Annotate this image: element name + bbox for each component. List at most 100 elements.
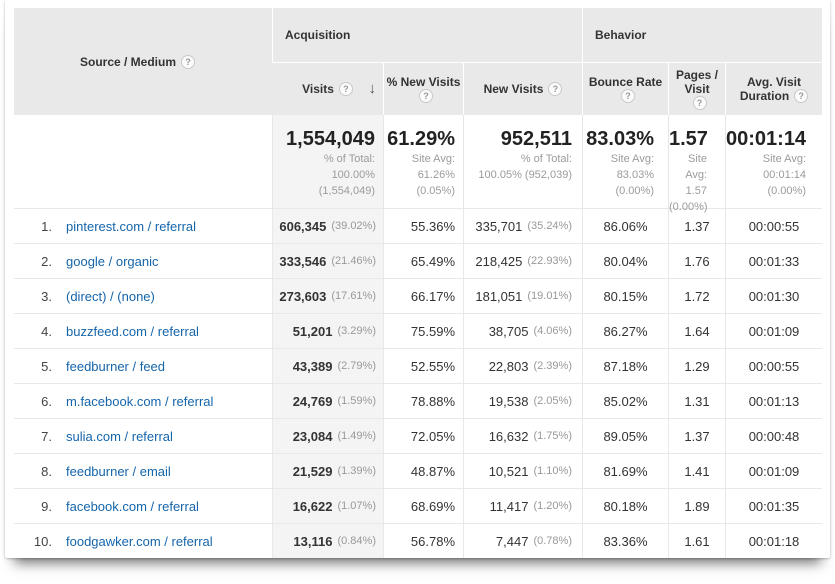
avg-duration-value: 00:01:09	[749, 464, 800, 479]
avg-duration-value: 00:00:55	[749, 219, 800, 234]
totals-row: 1,554,049 % of Total: 100.00% (1,554,049…	[14, 115, 822, 208]
pages-visit-cell: 1.41	[668, 454, 725, 488]
help-icon[interactable]: ?	[339, 82, 353, 96]
pages-visit-value: 1.61	[684, 534, 709, 549]
visits-cell: 13,116 (0.84%)	[272, 524, 383, 558]
pages-visit-value: 1.89	[684, 499, 709, 514]
help-icon[interactable]: ?	[621, 89, 635, 103]
visits-percent: (1.07%)	[337, 500, 376, 512]
totals-source-cell	[14, 115, 272, 208]
source-medium-link[interactable]: (direct) / (none)	[66, 289, 155, 304]
avg-duration-value: 00:01:35	[749, 499, 800, 514]
pages-visit-value: 1.37	[684, 429, 709, 444]
help-icon[interactable]: ?	[693, 96, 707, 110]
totals-pct-new-visits-value: 61.29%	[384, 128, 455, 150]
pages-visit-cell: 1.64	[668, 314, 725, 348]
new-visits-label: New Visits	[484, 82, 544, 96]
row-rank: 4.	[14, 324, 52, 339]
source-medium-link[interactable]: foodgawker.com / referral	[66, 534, 213, 549]
totals-new-visits: 952,511 % of Total: 100.05% (952,039)	[463, 115, 582, 208]
pages-visit-cell: 1.89	[668, 489, 725, 523]
visits-percent: (21.46%)	[331, 255, 376, 267]
column-header-source-medium[interactable]: Source / Medium ?	[14, 8, 272, 115]
totals-pct-new-sub: 61.26%	[384, 168, 455, 182]
column-header-avg-visit-duration[interactable]: Avg. Visit Duration ?	[725, 63, 822, 115]
pct-new-visits-cell: 72.05%	[383, 419, 463, 453]
help-icon[interactable]: ?	[794, 89, 808, 103]
source-medium-link[interactable]: feedburner / feed	[66, 359, 165, 374]
avg-duration-cell: 00:01:09	[725, 454, 822, 488]
row-rank: 8.	[14, 464, 52, 479]
help-icon[interactable]: ?	[548, 82, 562, 96]
source-medium-link[interactable]: m.facebook.com / referral	[66, 394, 213, 409]
visits-cell: 333,546 (21.46%)	[272, 244, 383, 278]
bounce-rate-value: 86.27%	[603, 324, 647, 339]
pct-new-visits-cell: 68.69%	[383, 489, 463, 523]
pages-visit-cell: 1.61	[668, 524, 725, 558]
help-icon[interactable]: ?	[181, 55, 195, 69]
column-header-new-visits[interactable]: New Visits ?	[463, 63, 582, 115]
new-visits-percent: (2.39%)	[533, 360, 572, 372]
totals-bounce-sub: Site Avg:	[583, 152, 654, 166]
source-medium-cell: 2. google / organic	[14, 244, 272, 278]
pct-new-visits-cell: 65.49%	[383, 244, 463, 278]
new-visits-percent: (1.20%)	[533, 500, 572, 512]
pages-visit-value: 1.31	[684, 394, 709, 409]
bounce-rate-value: 83.36%	[603, 534, 647, 549]
pages-visit-value: 1.64	[684, 324, 709, 339]
pct-new-visits-cell: 78.88%	[383, 384, 463, 418]
group-header-row: Acquisition Behavior	[272, 8, 822, 62]
pct-new-visits-value: 78.88%	[411, 394, 455, 409]
column-header-visits[interactable]: Visits ? ↓	[272, 63, 383, 115]
row-rank: 10.	[14, 534, 52, 549]
column-header-pct-new-visits[interactable]: % New Visits ?	[383, 63, 463, 115]
visits-value: 24,769	[293, 394, 333, 409]
avg-duration-label-line2: Duration	[740, 89, 789, 103]
source-medium-link[interactable]: google / organic	[66, 254, 159, 269]
bounce-rate-value: 87.18%	[603, 359, 647, 374]
totals-new-visits-value: 952,511	[464, 128, 572, 150]
visits-cell: 43,389 (2.79%)	[272, 349, 383, 383]
avg-duration-label-line1: Avg. Visit	[747, 75, 801, 89]
help-icon[interactable]: ?	[419, 89, 433, 103]
pct-new-visits-value: 66.17%	[411, 289, 455, 304]
source-medium-link[interactable]: facebook.com / referral	[66, 499, 199, 514]
source-medium-link[interactable]: pinterest.com / referral	[66, 219, 196, 234]
visits-cell: 24,769 (1.59%)	[272, 384, 383, 418]
acquisition-label: Acquisition	[285, 28, 350, 42]
avg-duration-value: 00:01:30	[749, 289, 800, 304]
bounce-rate-cell: 89.05%	[582, 419, 668, 453]
visits-percent: (1.39%)	[337, 465, 376, 477]
column-header-pages-visit[interactable]: Pages / Visit ?	[668, 63, 725, 115]
visits-value: 606,345	[279, 219, 326, 234]
pct-new-visits-value: 56.78%	[411, 534, 455, 549]
visits-value: 333,546	[279, 254, 326, 269]
totals-avg-duration-value: 00:01:14	[726, 128, 806, 150]
new-visits-cell: 16,632 (1.75%)	[463, 419, 582, 453]
avg-duration-cell: 00:01:13	[725, 384, 822, 418]
sort-descending-icon[interactable]: ↓	[369, 82, 377, 96]
pct-new-visits-value: 52.55%	[411, 359, 455, 374]
new-visits-cell: 10,521 (1.10%)	[463, 454, 582, 488]
new-visits-cell: 218,425 (22.93%)	[463, 244, 582, 278]
column-header-bounce-rate[interactable]: Bounce Rate ?	[582, 63, 668, 115]
source-medium-cell: 1. pinterest.com / referral	[14, 209, 272, 243]
new-visits-value: 11,417	[490, 499, 529, 514]
visits-value: 273,603	[279, 289, 326, 304]
pages-visit-value: 1.76	[684, 254, 709, 269]
source-medium-link[interactable]: sulia.com / referral	[66, 429, 173, 444]
row-rank: 9.	[14, 499, 52, 514]
table-row: 5. feedburner / feed 43,389 (2.79%) 52.5…	[14, 348, 822, 383]
source-medium-link[interactable]: feedburner / email	[66, 464, 171, 479]
pct-new-visits-value: 65.49%	[411, 254, 455, 269]
avg-duration-cell: 00:01:09	[725, 314, 822, 348]
new-visits-value: 38,705	[489, 324, 529, 339]
avg-duration-value: 00:00:48	[749, 429, 800, 444]
source-medium-cell: 8. feedburner / email	[14, 454, 272, 488]
column-header-row: Visits ? ↓ % New Visits ? New Visits ?	[272, 62, 822, 115]
pages-visit-cell: 1.72	[668, 279, 725, 313]
pages-visit-label-line1: Pages /	[676, 68, 718, 82]
source-medium-cell: 6. m.facebook.com / referral	[14, 384, 272, 418]
source-medium-link[interactable]: buzzfeed.com / referral	[66, 324, 199, 339]
bounce-rate-cell: 80.15%	[582, 279, 668, 313]
